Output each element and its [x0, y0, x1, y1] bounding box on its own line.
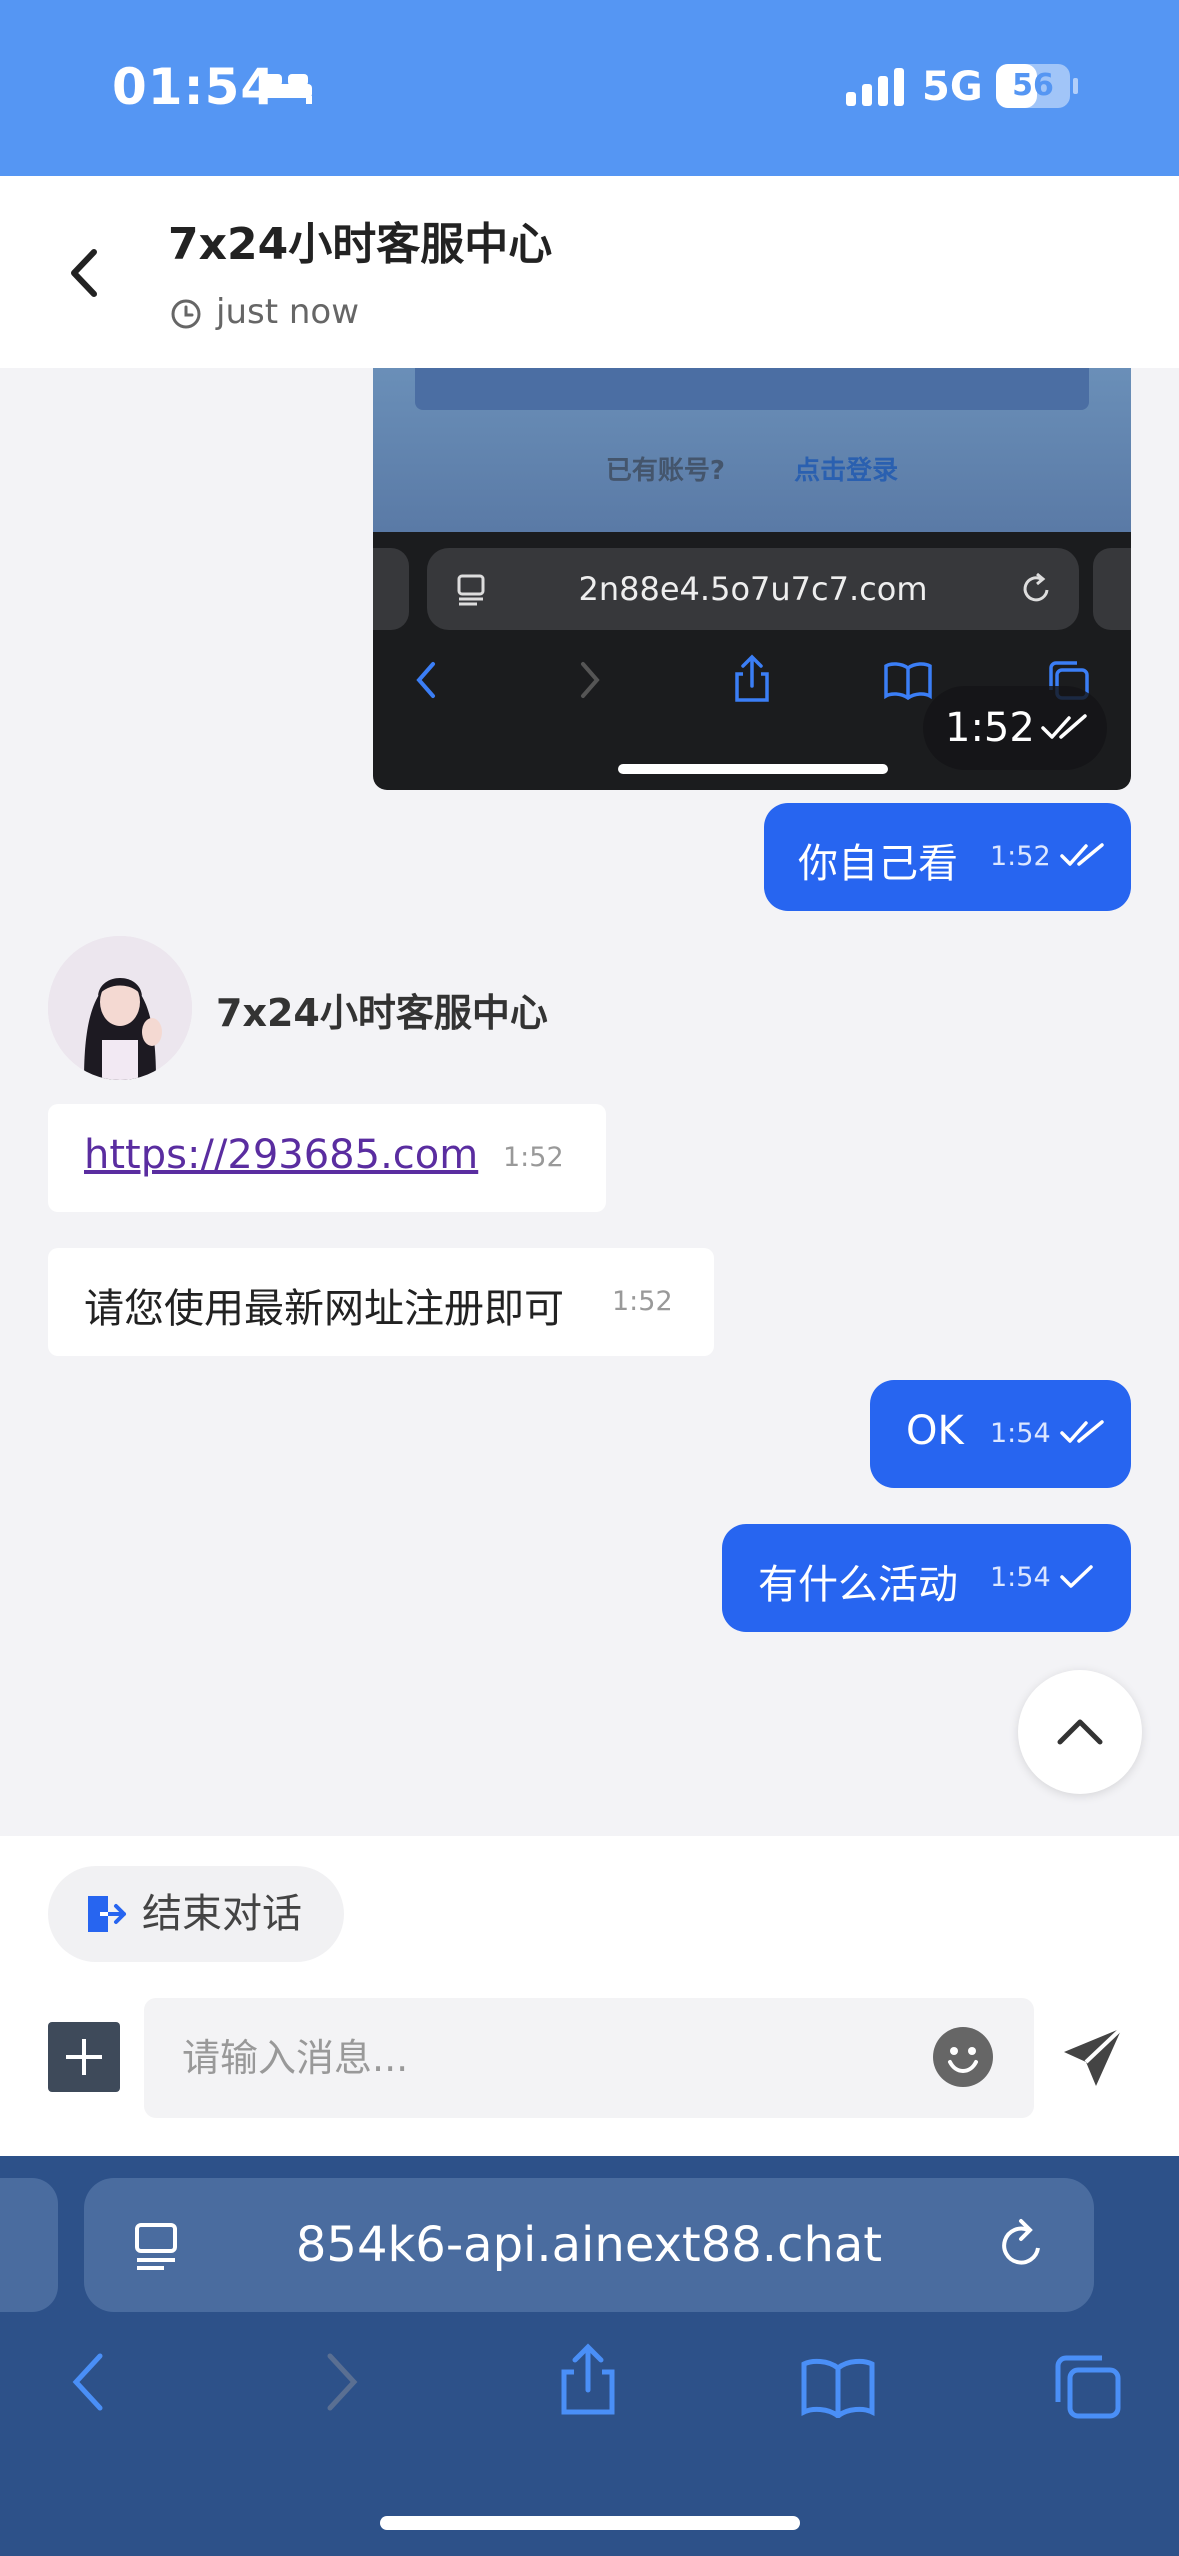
screenshot-forward-icon [581, 662, 600, 698]
message-time: 1:52 [503, 1142, 564, 1173]
browser-tab-peek[interactable] [0, 2178, 58, 2312]
screenshot-page-area: 已有账号? 点击登录 [373, 368, 1131, 532]
message-bubble-outgoing[interactable]: 有什么活动 1:54 [722, 1524, 1131, 1632]
message-time: 1:52 [612, 1286, 673, 1317]
tabs-icon[interactable] [1052, 2354, 1122, 2420]
message-text: 请您使用最新网址注册即可 [84, 1286, 564, 1332]
message-bubble-incoming[interactable]: 请您使用最新网址注册即可 1:52 [48, 1248, 714, 1356]
message-text: 你自己看 [798, 841, 958, 887]
chevron-up-icon [1057, 1719, 1103, 1745]
status-bar: 01:54 5G 56 [0, 0, 1179, 176]
read-check-icon [1060, 1420, 1104, 1443]
end-chat-label: 结束对话 [142, 1891, 302, 1937]
screenshot-tab-peek-right [1093, 548, 1131, 630]
screenshot-url: 2n88e4.5o7u7c7.com [578, 570, 928, 608]
screenshot-home-indicator [618, 764, 888, 774]
message-input[interactable] [144, 1998, 1034, 2118]
avatar[interactable] [48, 936, 192, 1080]
battery-level: 56 [1012, 68, 1054, 103]
image-time-badge: 1:52 [923, 686, 1107, 770]
home-indicator [380, 2516, 800, 2530]
chat-header [0, 176, 1179, 368]
screenshot-login-prompt: 已有账号? [605, 456, 725, 486]
screenshot-button [415, 368, 1089, 410]
reload-icon[interactable] [996, 2218, 1048, 2272]
network-label: 5G [922, 64, 983, 110]
share-icon[interactable] [556, 2342, 620, 2418]
message-text: OK [906, 1408, 964, 1454]
avatar-image [48, 936, 192, 1080]
message-time: 1:54 [990, 1418, 1051, 1449]
message-text: 有什么活动 [758, 1562, 958, 1608]
message-bubble-outgoing[interactable]: OK 1:54 [870, 1380, 1131, 1488]
message-bubble-incoming[interactable]: https://293685.com 1:52 [48, 1104, 606, 1212]
send-icon[interactable] [1060, 2024, 1126, 2090]
screenshot-url-bar: 2n88e4.5o7u7c7.com [427, 548, 1079, 630]
bed-icon [260, 74, 312, 104]
scroll-top-button[interactable] [1018, 1670, 1142, 1794]
message-time: 1:52 [990, 841, 1051, 872]
screenshot-back-icon [416, 662, 435, 698]
image-message[interactable]: 已有账号? 点击登录 2n88e4.5o7u7c7.com 1:52 [373, 368, 1131, 790]
screenshot-login-row: 已有账号? 点击登录 [373, 450, 1131, 487]
screenshot-login-link: 点击登录 [794, 456, 899, 486]
attach-button[interactable] [48, 2022, 120, 2092]
screenshot-share-icon [735, 654, 769, 702]
message-bubble-outgoing[interactable]: 你自己看 1:52 [764, 803, 1131, 911]
emoji-icon[interactable] [932, 2026, 994, 2088]
message-time: 1:54 [990, 1562, 1051, 1593]
browser-back-icon[interactable] [68, 2350, 108, 2414]
last-seen-label: just now [216, 292, 360, 332]
status-time: 01:54 [112, 58, 277, 116]
screenshot-book-icon [884, 662, 932, 700]
screenshot-reload-icon [1023, 572, 1049, 602]
browser-forward-icon[interactable] [322, 2350, 362, 2414]
exit-icon [88, 1896, 126, 1932]
end-chat-button[interactable]: 结束对话 [48, 1866, 344, 1962]
battery-tip [1073, 78, 1078, 94]
back-button[interactable] [58, 238, 114, 308]
read-check-icon [1041, 714, 1087, 739]
clock-icon [171, 299, 201, 329]
address-url: 854k6-api.ainext88.chat [295, 2217, 883, 2273]
battery-indicator: 56 [996, 64, 1070, 108]
screenshot-tab-peek-left [373, 548, 409, 630]
page-title: 7x24小时客服中心 [168, 219, 553, 270]
sent-check-icon [1060, 1565, 1093, 1588]
message-link[interactable]: https://293685.com [84, 1132, 478, 1178]
image-time: 1:52 [945, 705, 1035, 751]
read-check-icon [1060, 843, 1104, 866]
plus-icon [66, 2039, 102, 2075]
signal-icon [846, 68, 904, 106]
address-bar[interactable]: 854k6-api.ainext88.chat [84, 2178, 1094, 2312]
bookmarks-icon[interactable] [800, 2356, 876, 2418]
sender-name: 7x24小时客服中心 [216, 991, 548, 1035]
